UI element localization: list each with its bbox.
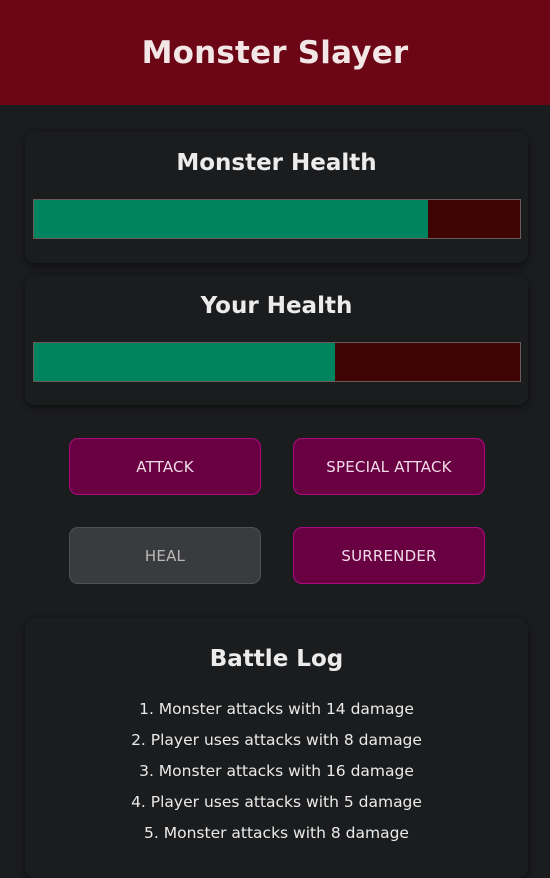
- log-entry: 1. Monster attacks with 14 damage: [139, 700, 414, 718]
- battle-log-title: Battle Log: [209, 646, 344, 672]
- heal-button[interactable]: HEAL: [69, 527, 261, 584]
- battle-log-card: Battle Log 1. Monster attacks with 14 da…: [25, 618, 528, 878]
- player-health-card: Your Health: [25, 275, 528, 405]
- monster-health-fill: [34, 200, 428, 238]
- player-health-fill: [34, 343, 336, 381]
- log-entry: 2. Player uses attacks with 8 damage: [131, 731, 422, 749]
- app-title: Monster Slayer: [141, 34, 409, 71]
- battle-log-list: 1. Monster attacks with 14 damage 2. Pla…: [25, 694, 528, 849]
- surrender-button[interactable]: SURRENDER: [293, 527, 485, 584]
- log-entry: 4. Player uses attacks with 5 damage: [131, 793, 422, 811]
- app-header: Monster Slayer: [0, 0, 550, 105]
- log-entry: 3. Monster attacks with 16 damage: [139, 762, 414, 780]
- monster-health-title: Monster Health: [176, 150, 377, 176]
- player-health-bar: [33, 342, 521, 382]
- attack-button[interactable]: ATTACK: [69, 438, 261, 495]
- log-entry: 5. Monster attacks with 8 damage: [144, 824, 409, 842]
- monster-health-bar: [33, 199, 521, 239]
- player-health-title: Your Health: [200, 293, 353, 319]
- special-attack-button[interactable]: SPECIAL ATTACK: [293, 438, 485, 495]
- monster-health-card: Monster Health: [25, 132, 528, 263]
